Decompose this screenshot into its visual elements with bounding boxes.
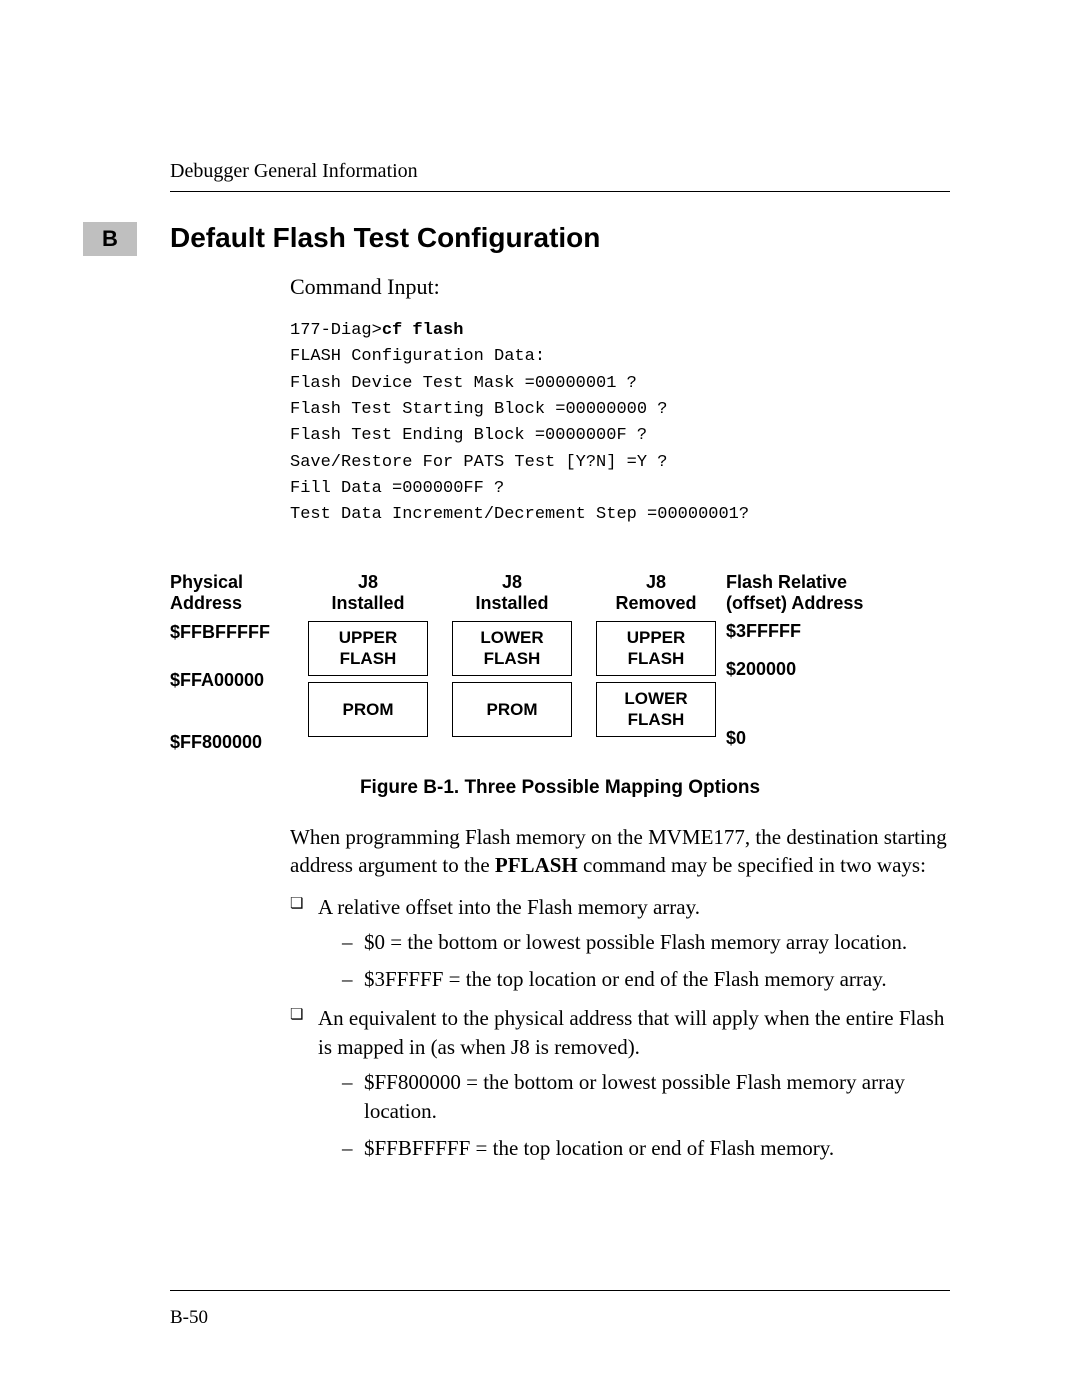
appendix-tab: B — [83, 222, 137, 256]
code-prompt: 177-Diag> — [290, 321, 382, 340]
box-line: FLASH — [309, 648, 427, 669]
intro-paragraph: When programming Flash memory on the MVM… — [290, 823, 950, 880]
bullet-text: An equivalent to the physical address th… — [318, 1006, 944, 1059]
rel-header: Flash Relative (offset) Address — [726, 569, 886, 615]
hdr-line: Address — [170, 593, 242, 615]
code-line: Test Data Increment/Decrement Step =0000… — [290, 505, 749, 524]
sub-list: $FF800000 = the bottom or lowest possibl… — [342, 1068, 950, 1163]
box-line: UPPER — [597, 627, 715, 648]
box-line: LOWER — [597, 688, 715, 709]
box-line: FLASH — [597, 709, 715, 730]
map-col-2: J8 Installed LOWER FLASH PROM — [452, 569, 572, 737]
header-rule — [170, 191, 950, 192]
sub-item: $3FFFFF = the top location or end of the… — [342, 965, 950, 994]
list-item: A relative offset into the Flash memory … — [290, 893, 950, 994]
hdr-line: J8 — [308, 572, 428, 594]
hdr-line: Installed — [452, 593, 572, 615]
box-line: PROM — [309, 699, 427, 720]
hdr-line: J8 — [596, 572, 716, 594]
rel-addr: $0 — [726, 728, 886, 749]
pflash-keyword: PFLASH — [495, 853, 578, 877]
para-text: command may be specified in two ways: — [578, 853, 926, 877]
page-number: B-50 — [170, 1307, 208, 1329]
hdr-line: Physical — [170, 572, 243, 594]
phys-addr-header: Physical Address — [170, 569, 300, 615]
col1-header: J8 Installed — [308, 569, 428, 615]
map-box: LOWER FLASH — [452, 621, 572, 676]
box-line: FLASH — [597, 648, 715, 669]
page: Debugger General Information B Default F… — [0, 0, 1080, 1397]
box-line: FLASH — [453, 648, 571, 669]
phys-addr: $FFA00000 — [170, 669, 300, 691]
sub-item: $FF800000 = the bottom or lowest possibl… — [342, 1068, 950, 1126]
rel-addr: $3FFFFF — [726, 621, 886, 642]
content-indent: Command Input: 177-Diag>cf flash FLASH C… — [290, 274, 950, 529]
code-line: Flash Test Ending Block =0000000F ? — [290, 426, 647, 445]
running-head: Debugger General Information — [170, 160, 950, 183]
col2-header: J8 Installed — [452, 569, 572, 615]
figure-mapping: Physical Address $FFBFFFFF $FFA00000 $FF… — [170, 569, 950, 799]
code-command: cf flash — [382, 321, 464, 340]
rel-addr: $200000 — [726, 659, 886, 680]
section-title: Default Flash Test Configuration — [170, 222, 950, 254]
map-col-3: J8 Removed UPPER FLASH LOWER FLASH — [596, 569, 716, 737]
code-line: Flash Device Test Mask =00000001 ? — [290, 374, 637, 393]
bullet-text: A relative offset into the Flash memory … — [318, 895, 700, 919]
map-col-1: J8 Installed UPPER FLASH PROM — [308, 569, 428, 737]
col3-header: J8 Removed — [596, 569, 716, 615]
box-line: PROM — [453, 699, 571, 720]
list-item: An equivalent to the physical address th… — [290, 1004, 950, 1163]
hdr-line: (offset) Address — [726, 593, 863, 615]
body-indent: When programming Flash memory on the MVM… — [290, 823, 950, 1163]
code-block: 177-Diag>cf flash FLASH Configuration Da… — [290, 318, 950, 529]
command-input-label: Command Input: — [290, 274, 950, 300]
options-list: A relative offset into the Flash memory … — [290, 893, 950, 1163]
code-line: Save/Restore For PATS Test [Y?N] =Y ? — [290, 453, 667, 472]
phys-addr: $FFBFFFFF — [170, 621, 300, 643]
code-line: Flash Test Starting Block =00000000 ? — [290, 400, 667, 419]
hdr-line: Installed — [308, 593, 428, 615]
figure-columns: Physical Address $FFBFFFFF $FFA00000 $FF… — [170, 569, 950, 753]
map-box: UPPER FLASH — [308, 621, 428, 676]
physical-address-col: Physical Address $FFBFFFFF $FFA00000 $FF… — [170, 569, 300, 753]
hdr-line: Removed — [596, 593, 716, 615]
flash-relative-col: Flash Relative (offset) Address $3FFFFF … — [726, 569, 886, 749]
hdr-line: J8 — [452, 572, 572, 594]
box-line: LOWER — [453, 627, 571, 648]
sub-list: $0 = the bottom or lowest possible Flash… — [342, 928, 950, 994]
map-box: PROM — [452, 682, 572, 737]
figure-caption: Figure B-1. Three Possible Mapping Optio… — [170, 777, 950, 799]
code-line: FLASH Configuration Data: — [290, 347, 545, 366]
map-box: PROM — [308, 682, 428, 737]
phys-addr: $FF800000 — [170, 731, 300, 753]
code-line: Fill Data =000000FF ? — [290, 479, 504, 498]
hdr-line: Flash Relative — [726, 572, 847, 594]
sub-item: $FFBFFFFF = the top location or end of F… — [342, 1134, 950, 1163]
footer-rule — [170, 1290, 950, 1291]
map-box: UPPER FLASH — [596, 621, 716, 676]
box-line: UPPER — [309, 627, 427, 648]
sub-item: $0 = the bottom or lowest possible Flash… — [342, 928, 950, 957]
map-box: LOWER FLASH — [596, 682, 716, 737]
